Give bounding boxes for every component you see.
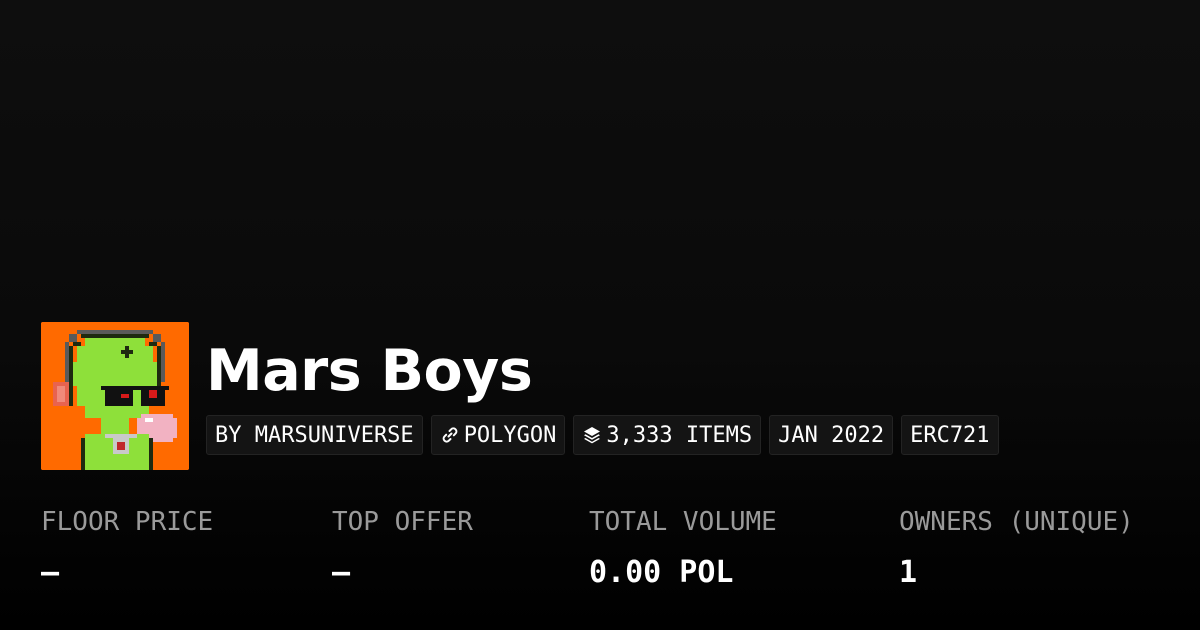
- stat-owners: OWNERS (UNIQUE) 1: [899, 505, 1134, 591]
- stat-label: OWNERS (UNIQUE): [899, 507, 1134, 537]
- standard-tag-label: ERC721: [910, 422, 990, 448]
- collection-title: Mars Boys: [206, 338, 533, 404]
- stat-value: 0.00 POL: [589, 555, 734, 590]
- stat-label: TOTAL VOLUME: [589, 507, 777, 537]
- items-tag: 3,333 ITEMS: [573, 415, 762, 455]
- date-tag-label: JAN 2022: [778, 422, 885, 448]
- stat-value: –: [332, 555, 351, 590]
- stat-value: 1: [899, 555, 918, 590]
- creator-tag[interactable]: BY MARSUNIVERSE: [206, 415, 423, 455]
- stat-total-volume: TOTAL VOLUME 0.00 POL: [589, 505, 777, 591]
- collection-tags: BY MARSUNIVERSE POLYGON 3,333 ITEMS JAN …: [206, 415, 999, 455]
- chain-tag-label: POLYGON: [463, 422, 557, 448]
- collection-avatar: [41, 322, 189, 470]
- chain-link-icon: [440, 425, 460, 445]
- chain-tag: POLYGON: [430, 415, 566, 455]
- standard-tag: ERC721: [901, 415, 999, 455]
- layers-icon: [582, 425, 602, 445]
- stat-value: –: [41, 555, 60, 590]
- mars-boy-pixel-art: [41, 322, 189, 470]
- creator-tag-label: BY MARSUNIVERSE: [215, 422, 414, 448]
- stat-top-offer: TOP OFFER –: [332, 505, 473, 591]
- stat-label: TOP OFFER: [332, 507, 473, 537]
- stat-label: FLOOR PRICE: [41, 507, 214, 537]
- items-tag-label: 3,333 ITEMS: [606, 422, 753, 448]
- stat-floor-price: FLOOR PRICE –: [41, 505, 213, 591]
- date-tag: JAN 2022: [769, 415, 894, 455]
